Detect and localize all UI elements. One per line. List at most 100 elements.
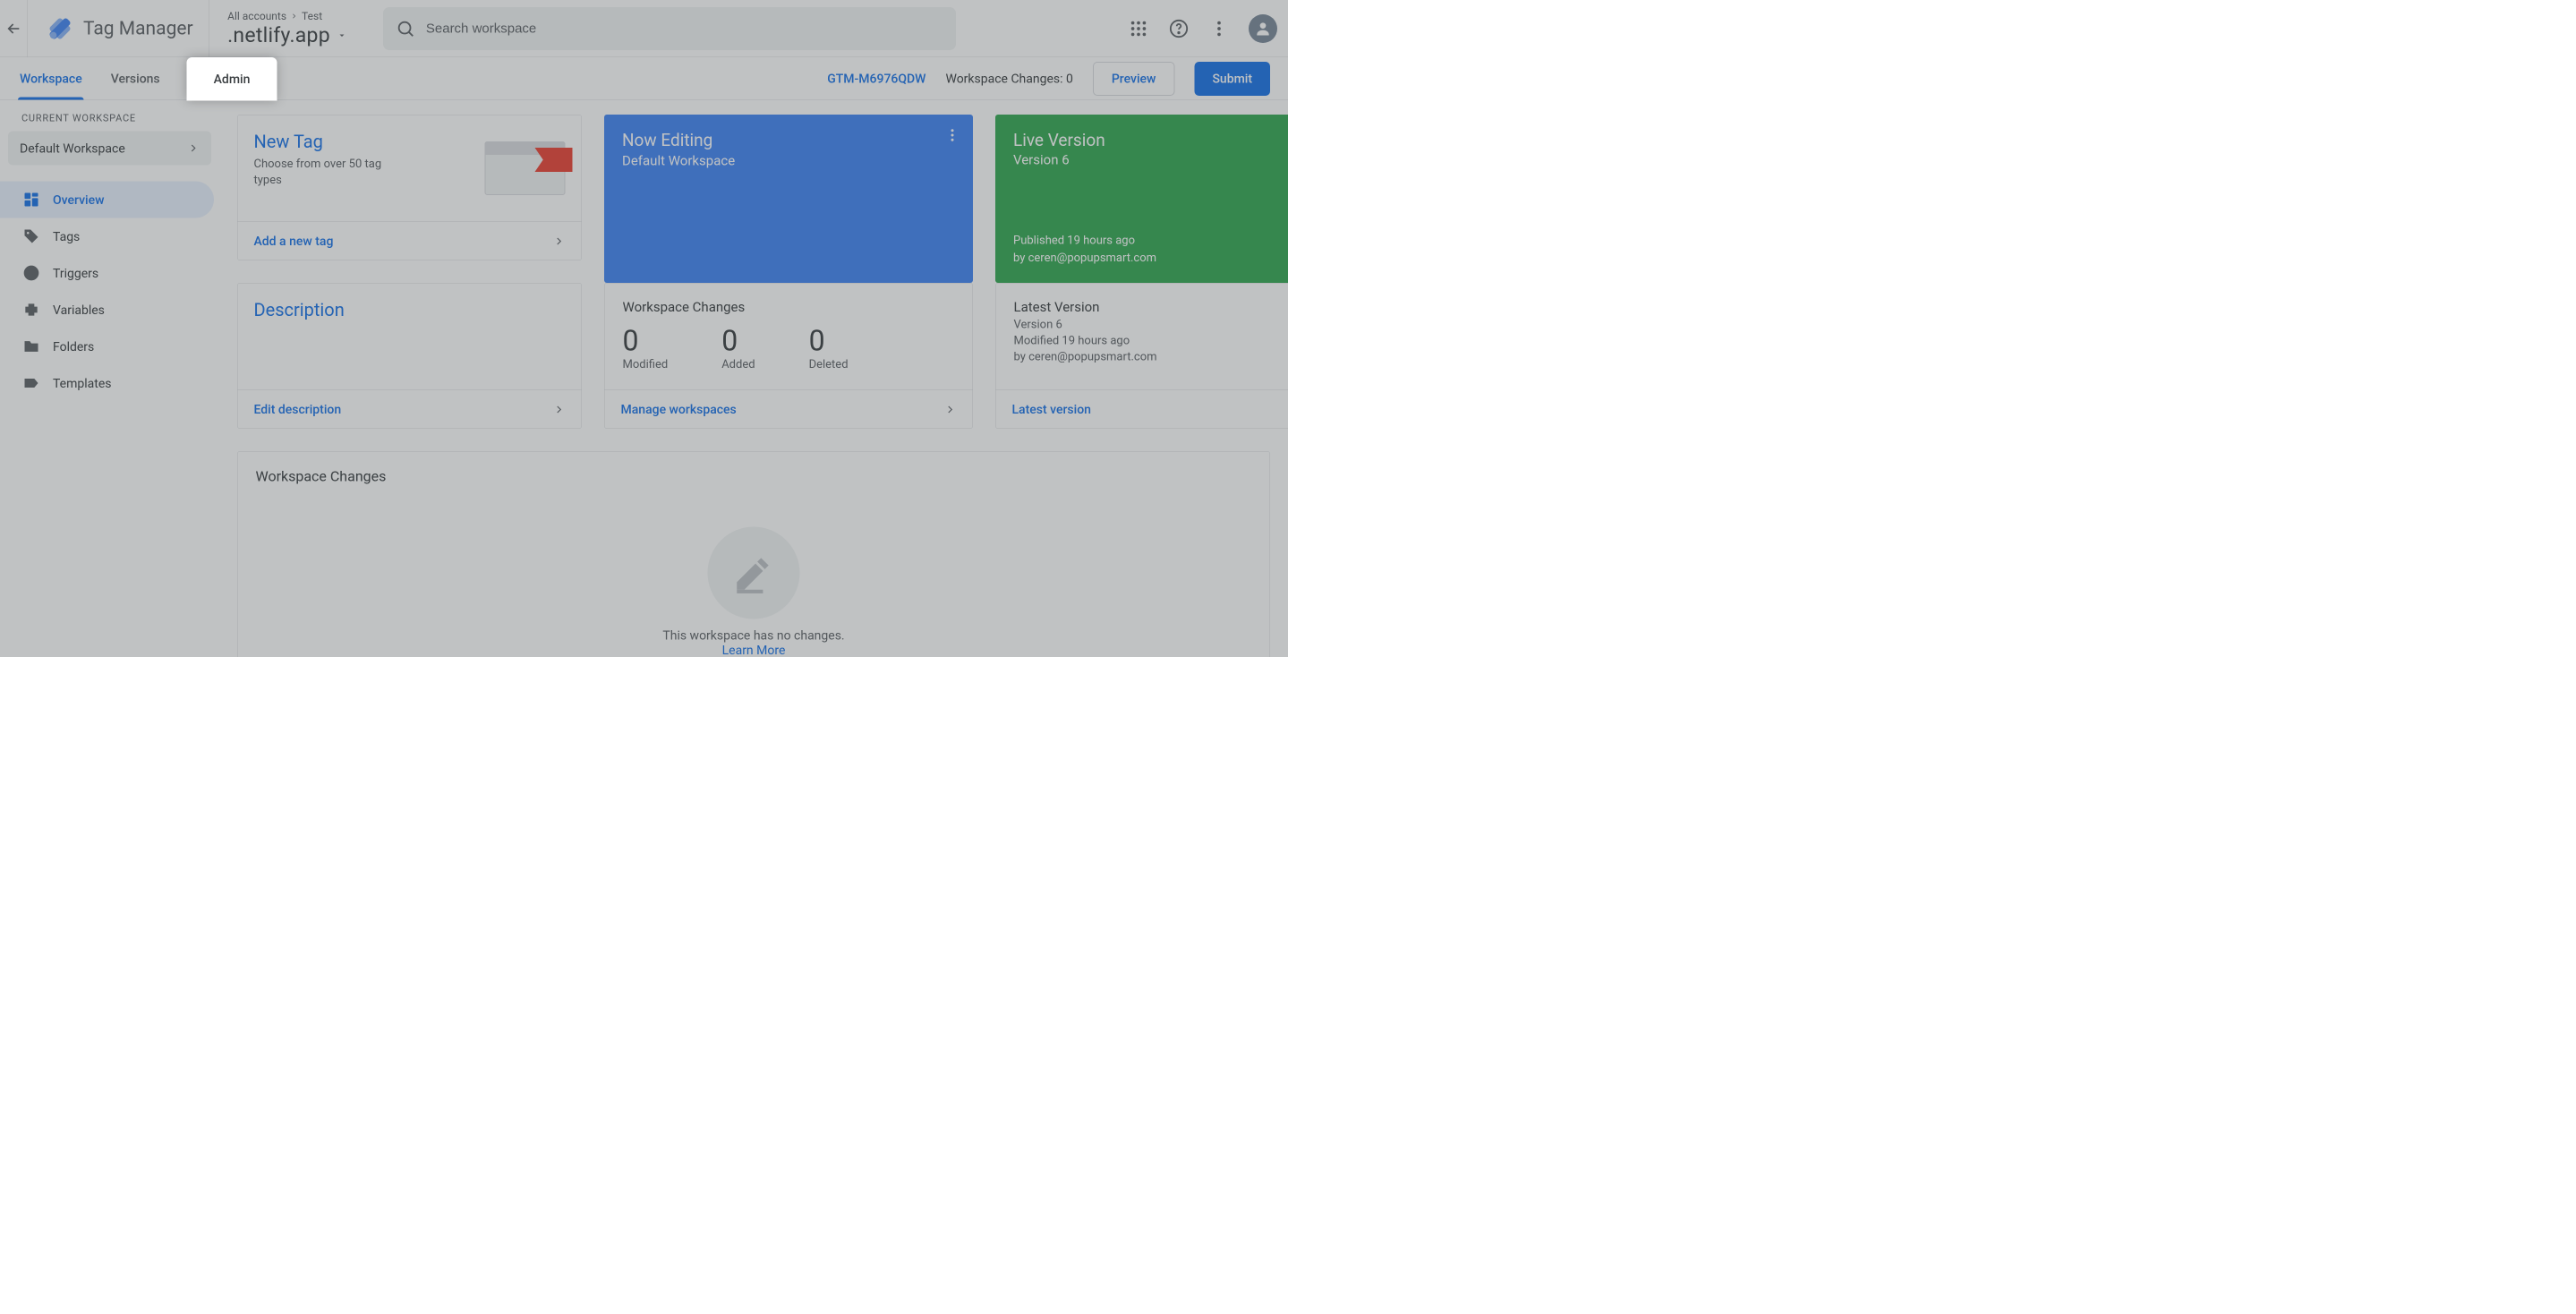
container-name[interactable]: .netlify.app bbox=[227, 23, 330, 47]
card-title: Now Editing bbox=[622, 131, 955, 150]
tag-manager-logo-icon bbox=[44, 13, 76, 45]
breadcrumb-account[interactable]: Test bbox=[302, 10, 322, 22]
stat-value: 0 bbox=[809, 324, 849, 358]
card-title: New Tag bbox=[254, 132, 406, 153]
more-vert-icon bbox=[1209, 19, 1229, 38]
card-new-tag: New Tag Choose from over 50 tag types Ad… bbox=[237, 115, 582, 260]
stat-label: Modified bbox=[623, 358, 669, 371]
by-line: by ceren@popupsmart.com bbox=[1014, 350, 1289, 363]
tab-label: Admin bbox=[214, 72, 251, 87]
stat-value: 0 bbox=[721, 324, 755, 358]
stat-label: Added bbox=[721, 358, 755, 371]
card-title: Latest Version bbox=[1014, 300, 1289, 316]
sidebar-item-label: Tags bbox=[53, 229, 80, 244]
product-logo-block[interactable]: Tag Manager bbox=[28, 0, 209, 57]
stat-added: 0 Added bbox=[721, 324, 755, 371]
tab-label: Versions bbox=[111, 72, 160, 87]
more-button[interactable] bbox=[1208, 18, 1230, 39]
apps-grid-icon bbox=[1129, 19, 1148, 38]
target-icon bbox=[22, 264, 40, 282]
caret-down-icon[interactable] bbox=[337, 30, 347, 40]
search-field[interactable] bbox=[383, 7, 956, 50]
sidebar-item-tags[interactable]: Tags bbox=[0, 218, 214, 255]
sidebar-item-overview[interactable]: Overview bbox=[0, 182, 214, 218]
workspace-selector-value: Default Workspace bbox=[20, 141, 125, 156]
help-button[interactable] bbox=[1168, 18, 1190, 39]
add-new-tag-link[interactable]: Add a new tag bbox=[238, 222, 582, 260]
sub-nav: Workspace Versions Admin GTM-M6976QDW Wo… bbox=[0, 57, 1288, 100]
chevron-right-icon bbox=[553, 235, 566, 247]
apps-button[interactable] bbox=[1128, 18, 1149, 39]
sidebar-item-folders[interactable]: Folders bbox=[0, 328, 214, 365]
sidebar-item-templates[interactable]: Templates bbox=[0, 365, 214, 402]
sidebar: CURRENT WORKSPACE Default Workspace Over… bbox=[0, 100, 219, 657]
label-icon bbox=[22, 374, 40, 392]
link-label: Add a new tag bbox=[254, 234, 334, 249]
card-latest-version: Latest Version Version 6 Modified 19 hou… bbox=[995, 283, 1288, 429]
stat-label: Deleted bbox=[809, 358, 849, 371]
card-title: Workspace Changes bbox=[623, 300, 955, 316]
chevron-right-icon bbox=[290, 12, 298, 20]
card-title: Workspace Changes bbox=[238, 452, 1270, 501]
sidebar-item-label: Variables bbox=[53, 303, 105, 318]
search-input[interactable] bbox=[426, 21, 943, 36]
person-icon bbox=[1254, 20, 1272, 38]
breadcrumb-root[interactable]: All accounts bbox=[227, 10, 286, 22]
body: CURRENT WORKSPACE Default Workspace Over… bbox=[0, 100, 1288, 657]
card-workspace-changes-list: Workspace Changes This workspace has no … bbox=[237, 451, 1270, 657]
card-subtitle: Default Workspace bbox=[622, 153, 955, 169]
puzzle-icon bbox=[22, 301, 40, 319]
more-vert-icon bbox=[944, 127, 960, 143]
empty-state-illustration bbox=[708, 527, 800, 619]
card-title: Description bbox=[254, 300, 566, 321]
chevron-right-icon bbox=[944, 403, 957, 415]
help-icon bbox=[1169, 19, 1189, 38]
container-id[interactable]: GTM-M6976QDW bbox=[827, 72, 925, 87]
published-by-line: by ceren@popupsmart.com bbox=[1013, 250, 1288, 268]
tab-versions[interactable]: Versions bbox=[109, 57, 162, 100]
back-button[interactable] bbox=[0, 0, 28, 57]
tab-label: Workspace bbox=[20, 72, 82, 87]
breadcrumb-block: All accounts Test .netlify.app bbox=[209, 10, 365, 47]
link-label: Manage workspaces bbox=[621, 402, 737, 417]
stat-deleted: 0 Deleted bbox=[809, 324, 849, 371]
product-name: Tag Manager bbox=[83, 18, 193, 40]
learn-more-link[interactable]: Learn More bbox=[722, 643, 786, 657]
card-live-version: Live Version Version 6 Published 19 hour… bbox=[995, 115, 1288, 283]
wc-label: Workspace Changes: bbox=[945, 72, 1062, 87]
card-workspace-changes: Workspace Changes 0 Modified 0 Added bbox=[604, 283, 973, 429]
workspace-selector[interactable]: Default Workspace bbox=[8, 132, 211, 166]
link-label: Latest version bbox=[1012, 402, 1091, 417]
sidebar-item-variables[interactable]: Variables bbox=[0, 292, 214, 328]
search-icon bbox=[396, 19, 415, 38]
card-title: Live Version bbox=[1013, 131, 1288, 150]
empty-state-message: This workspace has no changes. bbox=[662, 628, 844, 644]
sidebar-section-label: CURRENT WORKSPACE bbox=[8, 113, 211, 132]
wc-count: 0 bbox=[1066, 72, 1073, 87]
tag-illustration-icon bbox=[485, 141, 566, 195]
published-line: Published 19 hours ago bbox=[1013, 232, 1288, 250]
tab-admin[interactable]: Admin bbox=[187, 57, 277, 101]
pencil-icon bbox=[731, 550, 776, 595]
account-avatar[interactable] bbox=[1249, 14, 1277, 43]
stat-value: 0 bbox=[623, 324, 669, 358]
tab-workspace[interactable]: Workspace bbox=[18, 57, 84, 100]
sidebar-item-triggers[interactable]: Triggers bbox=[0, 255, 214, 292]
workspace-changes-count: Workspace Changes: 0 bbox=[945, 72, 1072, 87]
top-bar: Tag Manager All accounts Test .netlify.a… bbox=[0, 0, 1288, 57]
stat-modified: 0 Modified bbox=[623, 324, 669, 371]
submit-button[interactable]: Submit bbox=[1194, 62, 1270, 96]
version-line: Version 6 bbox=[1013, 152, 1288, 168]
now-editing-menu-button[interactable] bbox=[944, 127, 960, 145]
link-label: Edit description bbox=[254, 402, 342, 417]
edit-description-link[interactable]: Edit description bbox=[238, 390, 582, 429]
card-subtitle: Choose from over 50 tag types bbox=[254, 156, 406, 188]
tag-icon bbox=[22, 227, 40, 245]
latest-version-link[interactable]: Latest version bbox=[996, 390, 1289, 429]
manage-workspaces-link[interactable]: Manage workspaces bbox=[605, 390, 973, 429]
sidebar-item-label: Overview bbox=[53, 192, 104, 208]
folder-icon bbox=[22, 337, 40, 355]
dashboard-icon bbox=[22, 191, 40, 209]
card-description: Description Edit description bbox=[237, 283, 582, 429]
preview-button[interactable]: Preview bbox=[1093, 62, 1175, 96]
